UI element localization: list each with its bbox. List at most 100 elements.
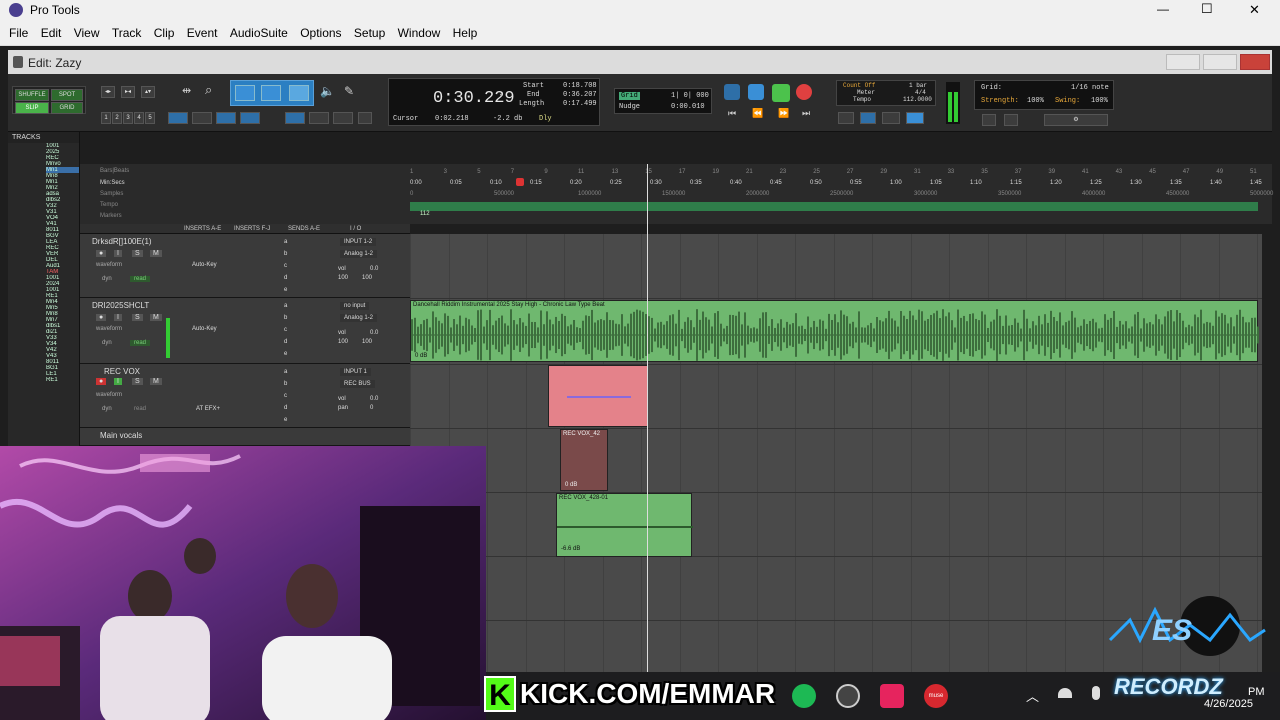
midi-merge-icon[interactable] bbox=[882, 112, 900, 124]
insert-slot-e[interactable]: e bbox=[284, 417, 287, 423]
menu-event[interactable]: Event bbox=[187, 22, 218, 40]
shuffle-mode-button[interactable]: SHUFFLE bbox=[15, 89, 49, 101]
insert-slot-d[interactable]: d bbox=[284, 275, 287, 281]
tracks-list-item[interactable]: RE1 bbox=[46, 377, 79, 383]
fast-forward-icon[interactable]: ⏩ bbox=[778, 108, 789, 119]
zoom-preset-5[interactable]: 5 bbox=[145, 112, 155, 124]
clip-gain[interactable]: -6.6 dB bbox=[561, 546, 580, 552]
solo-button[interactable]: S bbox=[132, 314, 143, 321]
output-selector[interactable]: Analog 1-2 bbox=[340, 250, 378, 258]
nudge-label[interactable]: Nudge bbox=[619, 103, 640, 111]
pencil-tool-icon[interactable]: ✎ bbox=[344, 84, 354, 98]
tool-f-icon[interactable] bbox=[309, 112, 329, 124]
output-selector[interactable]: REC BUS bbox=[340, 380, 375, 388]
menu-track[interactable]: Track bbox=[112, 22, 142, 40]
zoom-preset-2[interactable]: 2 bbox=[112, 112, 122, 124]
end-value[interactable]: 0:36.207 bbox=[563, 91, 597, 99]
menu-file[interactable]: File bbox=[9, 22, 28, 40]
slip-mode-button[interactable]: SLIP bbox=[15, 102, 49, 114]
meter-value[interactable]: 4/4 bbox=[915, 89, 926, 96]
insert-slot-c[interactable]: c bbox=[284, 263, 287, 269]
metronome-icon[interactable] bbox=[860, 112, 876, 124]
tool-e-icon[interactable] bbox=[285, 112, 305, 124]
insert-slot-b[interactable]: b bbox=[284, 381, 287, 387]
length-value[interactable]: 0:17.499 bbox=[563, 100, 597, 108]
selector-tool-icon[interactable] bbox=[261, 85, 281, 101]
insert-slot-a[interactable]: a bbox=[284, 369, 287, 375]
grid-note-value[interactable]: 1/16 note bbox=[1071, 84, 1109, 92]
solo-button[interactable]: S bbox=[132, 250, 143, 257]
track-name[interactable]: DrksdR[]100E(1) bbox=[92, 237, 152, 246]
microphone-icon[interactable] bbox=[1092, 686, 1100, 700]
track-view-selector[interactable]: waveform bbox=[96, 392, 122, 398]
track-header-4[interactable]: Main vocals bbox=[80, 428, 410, 446]
playhead[interactable] bbox=[647, 164, 648, 674]
insert-slot-d[interactable]: d bbox=[284, 405, 287, 411]
spot-mode-button[interactable]: SPOT bbox=[51, 89, 83, 101]
zoom-out-icon[interactable]: ◂▸ bbox=[101, 86, 115, 98]
count-off-button[interactable]: Count Off bbox=[843, 82, 875, 89]
dyn-button[interactable]: dyn bbox=[102, 340, 112, 346]
input-selector[interactable]: no input bbox=[340, 302, 370, 310]
menu-audiosuite[interactable]: AudioSuite bbox=[230, 22, 288, 40]
pan-value[interactable]: 0 bbox=[370, 405, 373, 411]
solo-button[interactable]: S bbox=[132, 378, 143, 385]
input-monitor-button[interactable]: I bbox=[114, 314, 122, 321]
automation-mode[interactable]: read bbox=[130, 340, 151, 346]
record-enable-button[interactable]: ● bbox=[96, 250, 107, 257]
zoom-preset-4[interactable]: 4 bbox=[134, 112, 144, 124]
edit-window-maximize-button[interactable] bbox=[1203, 54, 1237, 70]
track-name[interactable]: REC VOX bbox=[104, 367, 140, 376]
input-monitor-button[interactable]: I bbox=[114, 250, 122, 257]
tool-c-icon[interactable] bbox=[216, 112, 236, 124]
obs-icon[interactable] bbox=[836, 684, 860, 708]
rec-vox-428-clip[interactable]: REC VOX_428-01 -6.6 dB bbox=[556, 493, 693, 557]
smart-tool-icon[interactable] bbox=[289, 85, 309, 101]
track-name[interactable]: DRI2025SHCLT bbox=[92, 301, 149, 310]
mute-button[interactable]: M bbox=[150, 250, 162, 257]
beat-clip[interactable]: Dancehall Riddim Instrumental 2025 Stay … bbox=[410, 300, 1259, 362]
track-header-1[interactable]: DrksdR[]100E(1) ● I S M waveform dyn rea… bbox=[80, 234, 410, 298]
grid-value[interactable]: 1| 0| 000 bbox=[671, 92, 709, 100]
grid-label[interactable]: Grid bbox=[619, 92, 640, 100]
online-icon[interactable] bbox=[724, 84, 740, 100]
spotify-icon[interactable] bbox=[792, 684, 816, 708]
pan-right-value[interactable]: 100 bbox=[362, 275, 372, 281]
volume-value[interactable]: 0.0 bbox=[370, 396, 378, 402]
nudge-value[interactable]: 0:00.010 bbox=[671, 103, 705, 111]
input-monitor-button[interactable]: I bbox=[114, 378, 122, 385]
loop-icon[interactable] bbox=[838, 112, 854, 124]
quantize-zoom-icon[interactable] bbox=[1004, 114, 1018, 126]
pan-left-value[interactable]: 100 bbox=[338, 339, 348, 345]
automation-mode[interactable]: read bbox=[130, 406, 150, 412]
tiktok-icon[interactable] bbox=[880, 684, 904, 708]
automation-mode[interactable]: read bbox=[130, 276, 151, 282]
insert-slot-e[interactable]: e bbox=[284, 351, 287, 357]
go-to-end-icon[interactable]: ⏭ bbox=[802, 108, 810, 119]
count-value[interactable]: 1 bar bbox=[909, 82, 927, 89]
track-name[interactable]: Main vocals bbox=[100, 431, 142, 440]
menu-edit[interactable]: Edit bbox=[41, 22, 62, 40]
dyn-button[interactable]: dyn bbox=[102, 406, 112, 412]
clip-gain[interactable]: 0 dB bbox=[415, 353, 427, 359]
insert-slot-c[interactable]: c bbox=[284, 393, 287, 399]
track-header-2[interactable]: DRI2025SHCLT ● I S M waveform dyn read A… bbox=[80, 298, 410, 364]
zoom-in-icon[interactable]: ▸◂ bbox=[121, 86, 135, 98]
start-value[interactable]: 0:18.708 bbox=[563, 82, 597, 90]
minimize-button[interactable]: — bbox=[1157, 2, 1169, 16]
menu-help[interactable]: Help bbox=[453, 22, 478, 40]
clip-gain[interactable]: 0 dB bbox=[565, 482, 577, 488]
zoomer-tool-icon[interactable]: ⌕ bbox=[205, 82, 223, 98]
insert-slot-b[interactable]: b bbox=[284, 315, 287, 321]
quantize-icon[interactable] bbox=[982, 114, 996, 126]
tool-d-icon[interactable] bbox=[240, 112, 260, 124]
tool-g-icon[interactable] bbox=[333, 112, 353, 124]
pan-left-value[interactable]: 100 bbox=[338, 275, 348, 281]
insert-slot-d[interactable]: d bbox=[284, 339, 287, 345]
menu-setup[interactable]: Setup bbox=[354, 22, 385, 40]
grabber-tool-icon[interactable] bbox=[235, 85, 255, 101]
play-icon[interactable] bbox=[772, 84, 790, 102]
edit-window-close-button[interactable] bbox=[1240, 54, 1270, 70]
menu-window[interactable]: Window bbox=[398, 22, 441, 40]
edit-window-minimize-button[interactable] bbox=[1166, 54, 1200, 70]
